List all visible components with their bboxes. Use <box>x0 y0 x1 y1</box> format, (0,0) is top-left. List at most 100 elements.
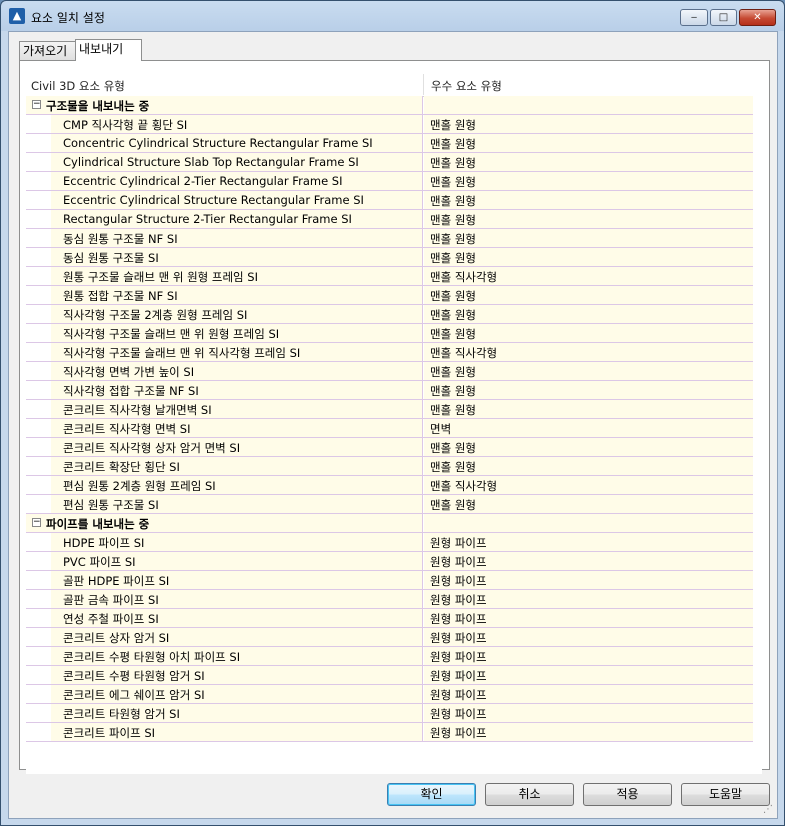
close-button[interactable]: ✕ <box>739 9 776 26</box>
ok-button[interactable]: 확인 <box>387 783 476 806</box>
storm-type-cell[interactable]: 맨홀 직사각형 <box>424 267 753 285</box>
table-row[interactable]: Cylindrical Structure Slab Top Rectangul… <box>26 153 753 172</box>
civil3d-type-cell[interactable]: 원통 접합 구조물 NF SI <box>51 286 423 304</box>
storm-type-cell[interactable]: 원형 파이프 <box>424 609 753 627</box>
table-row[interactable]: 콘크리트 에그 쉐이프 암거 SI 원형 파이프 <box>26 685 753 704</box>
column-divider[interactable] <box>423 74 424 95</box>
tab-export[interactable]: 내보내기 <box>75 39 142 61</box>
storm-type-cell[interactable]: 맨홀 원형 <box>424 115 753 133</box>
table-row[interactable]: 직사각형 구조물 슬래브 맨 위 직사각형 프레임 SI 맨홀 직사각형 <box>26 343 753 362</box>
civil3d-type-cell[interactable]: 골판 HDPE 파이프 SI <box>51 571 423 589</box>
storm-type-cell[interactable]: 원형 파이프 <box>424 723 753 741</box>
storm-type-cell[interactable]: 맨홀 원형 <box>424 248 753 266</box>
storm-type-cell[interactable]: 원형 파이프 <box>424 666 753 684</box>
maximize-button[interactable]: □ <box>710 9 737 26</box>
group-row[interactable]: − 파이프를 내보내는 중 <box>26 514 753 533</box>
storm-type-cell[interactable]: 원형 파이프 <box>424 590 753 608</box>
civil3d-type-cell[interactable]: Eccentric Cylindrical 2-Tier Rectangular… <box>51 172 423 190</box>
table-row[interactable]: 동심 원통 구조물 SI 맨홀 원형 <box>26 248 753 267</box>
civil3d-type-cell[interactable]: 콘크리트 수평 타원형 아치 파이프 SI <box>51 647 423 665</box>
title-bar[interactable]: ▲ 요소 일치 설정 ‒ □ ✕ <box>1 1 784 31</box>
civil3d-type-cell[interactable]: 골판 금속 파이프 SI <box>51 590 423 608</box>
table-row[interactable]: 콘크리트 직사각형 날개면벽 SI 맨홀 원형 <box>26 400 753 419</box>
civil3d-type-cell[interactable]: 콘크리트 타원형 암거 SI <box>51 704 423 722</box>
collapse-toggle-icon[interactable]: − <box>32 518 41 527</box>
storm-type-cell[interactable]: 원형 파이프 <box>424 628 753 646</box>
storm-type-cell[interactable]: 맨홀 원형 <box>424 438 753 456</box>
table-row[interactable]: 콘크리트 직사각형 면벽 SI 면벽 <box>26 419 753 438</box>
resize-grip-icon[interactable]: ⋰ <box>763 804 775 816</box>
table-row[interactable]: PVC 파이프 SI 원형 파이프 <box>26 552 753 571</box>
table-row[interactable]: 편심 원통 2계층 원형 프레임 SI 맨홀 직사각형 <box>26 476 753 495</box>
group-name-cell[interactable]: − 파이프를 내보내는 중 <box>26 514 423 532</box>
table-row[interactable]: 원통 구조물 슬래브 맨 위 원형 프레임 SI 맨홀 직사각형 <box>26 267 753 286</box>
storm-type-cell[interactable]: 원형 파이프 <box>424 685 753 703</box>
table-row[interactable]: 콘크리트 수평 타원형 아치 파이프 SI 원형 파이프 <box>26 647 753 666</box>
storm-type-cell[interactable]: 원형 파이프 <box>424 647 753 665</box>
group-row[interactable]: − 구조물을 내보내는 중 <box>26 96 753 115</box>
table-row[interactable]: 콘크리트 파이프 SI 원형 파이프 <box>26 723 753 742</box>
civil3d-type-cell[interactable]: 동심 원통 구조물 SI <box>51 248 423 266</box>
table-row[interactable]: 동심 원통 구조물 NF SI 맨홀 원형 <box>26 229 753 248</box>
storm-type-cell[interactable]: 맨홀 원형 <box>424 210 753 228</box>
column-header-civil3d-type[interactable]: Civil 3D 요소 유형 <box>31 78 125 94</box>
civil3d-type-cell[interactable]: 원통 구조물 슬래브 맨 위 원형 프레임 SI <box>51 267 423 285</box>
table-row[interactable]: 편심 원통 구조물 SI 맨홀 원형 <box>26 495 753 514</box>
civil3d-type-cell[interactable]: 콘크리트 직사각형 상자 암거 면벽 SI <box>51 438 423 456</box>
storm-type-cell[interactable]: 맨홀 원형 <box>424 457 753 475</box>
help-button[interactable]: 도움말 <box>681 783 770 806</box>
table-row[interactable]: 직사각형 접합 구조물 NF SI 맨홀 원형 <box>26 381 753 400</box>
group-name-cell[interactable]: − 구조물을 내보내는 중 <box>26 96 423 114</box>
table-row[interactable]: Rectangular Structure 2-Tier Rectangular… <box>26 210 753 229</box>
civil3d-type-cell[interactable]: CMP 직사각형 끝 횡단 SI <box>51 115 423 133</box>
column-header-storm-type[interactable]: 우수 요소 유형 <box>431 78 502 94</box>
storm-type-cell[interactable]: 원형 파이프 <box>424 533 753 551</box>
apply-button[interactable]: 적용 <box>583 783 672 806</box>
civil3d-type-cell[interactable]: PVC 파이프 SI <box>51 552 423 570</box>
minimize-button[interactable]: ‒ <box>680 9 708 26</box>
civil3d-type-cell[interactable]: Cylindrical Structure Slab Top Rectangul… <box>51 153 423 171</box>
table-row[interactable]: 콘크리트 수평 타원형 암거 SI 원형 파이프 <box>26 666 753 685</box>
storm-type-cell[interactable]: 원형 파이프 <box>424 571 753 589</box>
table-row[interactable]: 콘크리트 직사각형 상자 암거 면벽 SI 맨홀 원형 <box>26 438 753 457</box>
civil3d-type-cell[interactable]: 직사각형 면벽 가변 높이 SI <box>51 362 423 380</box>
storm-type-cell[interactable]: 맨홀 원형 <box>424 229 753 247</box>
civil3d-type-cell[interactable]: Rectangular Structure 2-Tier Rectangular… <box>51 210 423 228</box>
table-row[interactable]: 직사각형 구조물 슬래브 맨 위 원형 프레임 SI 맨홀 원형 <box>26 324 753 343</box>
storm-type-cell[interactable]: 원형 파이프 <box>424 552 753 570</box>
storm-type-cell[interactable]: 면벽 <box>424 419 753 437</box>
table-row[interactable]: HDPE 파이프 SI 원형 파이프 <box>26 533 753 552</box>
table-row[interactable]: 원통 접합 구조물 NF SI 맨홀 원형 <box>26 286 753 305</box>
civil3d-type-cell[interactable]: 콘크리트 상자 암거 SI <box>51 628 423 646</box>
civil3d-type-cell[interactable]: 콘크리트 직사각형 면벽 SI <box>51 419 423 437</box>
table-row[interactable]: Concentric Cylindrical Structure Rectang… <box>26 134 753 153</box>
storm-type-cell[interactable]: 맨홀 원형 <box>424 191 753 209</box>
storm-type-cell[interactable]: 원형 파이프 <box>424 704 753 722</box>
civil3d-type-cell[interactable]: 콘크리트 직사각형 날개면벽 SI <box>51 400 423 418</box>
civil3d-type-cell[interactable]: 직사각형 구조물 슬래브 맨 위 직사각형 프레임 SI <box>51 343 423 361</box>
table-row[interactable]: 골판 금속 파이프 SI 원형 파이프 <box>26 590 753 609</box>
storm-type-cell[interactable]: 맨홀 원형 <box>424 286 753 304</box>
civil3d-type-cell[interactable]: 편심 원통 2계층 원형 프레임 SI <box>51 476 423 494</box>
table-row[interactable]: 콘크리트 타원형 암거 SI 원형 파이프 <box>26 704 753 723</box>
storm-type-cell[interactable]: 맨홀 원형 <box>424 172 753 190</box>
table-row[interactable]: 직사각형 면벽 가변 높이 SI 맨홀 원형 <box>26 362 753 381</box>
storm-type-cell[interactable]: 맨홀 직사각형 <box>424 476 753 494</box>
civil3d-type-cell[interactable]: 콘크리트 수평 타원형 암거 SI <box>51 666 423 684</box>
storm-type-cell[interactable]: 맨홀 직사각형 <box>424 343 753 361</box>
storm-type-cell[interactable]: 맨홀 원형 <box>424 324 753 342</box>
table-row[interactable]: Eccentric Cylindrical 2-Tier Rectangular… <box>26 172 753 191</box>
civil3d-type-cell[interactable]: 연성 주철 파이프 SI <box>51 609 423 627</box>
table-row[interactable]: 연성 주철 파이프 SI 원형 파이프 <box>26 609 753 628</box>
collapse-toggle-icon[interactable]: − <box>32 100 41 109</box>
civil3d-type-cell[interactable]: 콘크리트 에그 쉐이프 암거 SI <box>51 685 423 703</box>
table-row[interactable]: 직사각형 구조물 2계층 원형 프레임 SI 맨홀 원형 <box>26 305 753 324</box>
storm-type-cell[interactable]: 맨홀 원형 <box>424 495 753 513</box>
civil3d-type-cell[interactable]: Concentric Cylindrical Structure Rectang… <box>51 134 423 152</box>
civil3d-type-cell[interactable]: 콘크리트 확장단 횡단 SI <box>51 457 423 475</box>
storm-type-cell[interactable]: 맨홀 원형 <box>424 362 753 380</box>
storm-type-cell[interactable]: 맨홀 원형 <box>424 305 753 323</box>
civil3d-type-cell[interactable]: 동심 원통 구조물 NF SI <box>51 229 423 247</box>
civil3d-type-cell[interactable]: Eccentric Cylindrical Structure Rectangu… <box>51 191 423 209</box>
civil3d-type-cell[interactable]: 콘크리트 파이프 SI <box>51 723 423 741</box>
